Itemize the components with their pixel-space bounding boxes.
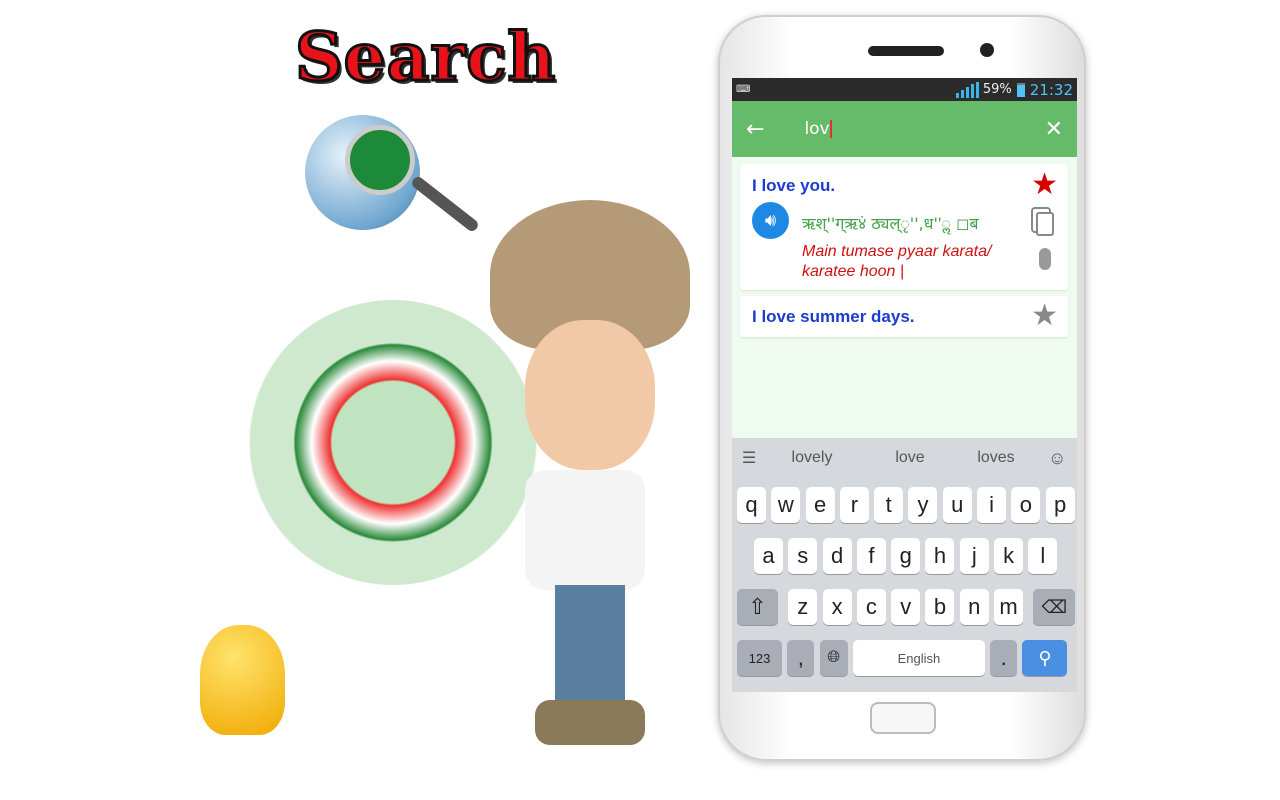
period-key[interactable]: . bbox=[990, 640, 1018, 676]
key[interactable]: c bbox=[856, 589, 886, 625]
menu-icon[interactable]: ☰ bbox=[732, 448, 766, 468]
signal-icon bbox=[955, 81, 979, 98]
headline: Search bbox=[293, 17, 557, 98]
favorite-star-icon[interactable]: ★ bbox=[1031, 170, 1058, 200]
keyboard: ☰ lovely love loves ☺ qwertyuiop asdfghj… bbox=[732, 438, 1077, 692]
key[interactable]: u bbox=[942, 487, 972, 523]
comma-key[interactable]: , bbox=[787, 640, 815, 676]
result-phrase: I love you. bbox=[752, 176, 836, 195]
keyboard-icon: ⌨ bbox=[736, 84, 751, 95]
result-card[interactable]: I love summer days. ★ bbox=[740, 296, 1068, 337]
back-arrow-icon[interactable]: ← bbox=[746, 117, 764, 142]
copy-icon[interactable] bbox=[1036, 212, 1054, 236]
key[interactable]: q bbox=[737, 487, 766, 523]
status-bar: ⌨ 59% 21:32 bbox=[732, 78, 1077, 101]
battery-percent: 59% bbox=[982, 82, 1012, 97]
result-phrase: I love summer days. bbox=[752, 307, 915, 326]
battery-icon bbox=[1016, 82, 1025, 97]
key[interactable]: m bbox=[994, 589, 1024, 625]
suggestion[interactable]: loves bbox=[956, 449, 1036, 467]
key[interactable]: i bbox=[977, 487, 1007, 523]
key[interactable]: b bbox=[925, 589, 955, 625]
speaker-icon[interactable]: 🔊︎ bbox=[752, 202, 789, 239]
globe-icon[interactable]: 🌐︎ bbox=[819, 640, 848, 676]
favorite-star-icon[interactable]: ★ bbox=[1031, 301, 1058, 331]
key[interactable]: d bbox=[822, 538, 852, 574]
key[interactable]: t bbox=[874, 487, 904, 523]
result-native-script: ऋश्''ग्ऋ४ं ठ्यल्ृ'',ध''ॢ ◻ब bbox=[802, 214, 979, 233]
saudi-flag-lens bbox=[345, 125, 415, 195]
key[interactable]: k bbox=[994, 538, 1024, 574]
app-screen: ⌨ 59% 21:32 ← lov ✕ I love you. 🔊︎ ऋश्''… bbox=[732, 78, 1077, 692]
key[interactable]: f bbox=[856, 538, 886, 574]
key[interactable]: j bbox=[959, 538, 989, 574]
phone-camera bbox=[980, 43, 994, 57]
key[interactable]: z bbox=[788, 589, 818, 625]
character-illustration bbox=[470, 200, 700, 750]
suggestion[interactable]: lovely bbox=[772, 449, 852, 467]
home-button[interactable] bbox=[870, 702, 936, 734]
mascot-blob-illustration bbox=[200, 625, 285, 735]
key[interactable]: p bbox=[1045, 487, 1075, 523]
phone-speaker bbox=[868, 46, 944, 56]
key[interactable]: v bbox=[891, 589, 921, 625]
key[interactable]: e bbox=[805, 487, 835, 523]
clock: 21:32 bbox=[1029, 80, 1073, 99]
suggestion[interactable]: love bbox=[860, 449, 960, 467]
search-key[interactable]: ⚲ bbox=[1022, 640, 1068, 676]
key[interactable]: o bbox=[1011, 487, 1041, 523]
key[interactable]: s bbox=[788, 538, 818, 574]
key[interactable]: n bbox=[959, 589, 989, 625]
key[interactable]: r bbox=[839, 487, 869, 523]
result-romanized: Main tumase pyaar karata/ karatee hoon | bbox=[802, 243, 992, 280]
key[interactable]: l bbox=[1028, 538, 1058, 574]
close-icon[interactable]: ✕ bbox=[1045, 117, 1063, 142]
backspace-key[interactable]: ⌫ bbox=[1033, 589, 1076, 625]
key[interactable]: h bbox=[925, 538, 955, 574]
space-key[interactable]: English bbox=[852, 640, 985, 676]
shift-key[interactable]: ⇧ bbox=[737, 589, 778, 625]
emoji-icon[interactable]: ☺ bbox=[1048, 448, 1066, 469]
suggestion-bar: ☰ lovely love loves ☺ bbox=[732, 438, 1077, 478]
search-input[interactable]: lov bbox=[804, 119, 1044, 139]
search-bar: ← lov ✕ bbox=[732, 101, 1077, 157]
key[interactable]: w bbox=[771, 487, 801, 523]
result-card[interactable]: I love you. 🔊︎ ऋश्''ग्ऋ४ं ठ्यल्ृ'',ध''ॢ … bbox=[740, 164, 1068, 290]
numbers-key[interactable]: 123 bbox=[737, 640, 782, 676]
key[interactable]: a bbox=[754, 538, 783, 574]
key[interactable]: y bbox=[908, 487, 938, 523]
key[interactable]: g bbox=[891, 538, 921, 574]
key[interactable]: x bbox=[822, 589, 852, 625]
microphone-icon[interactable] bbox=[1039, 248, 1051, 270]
